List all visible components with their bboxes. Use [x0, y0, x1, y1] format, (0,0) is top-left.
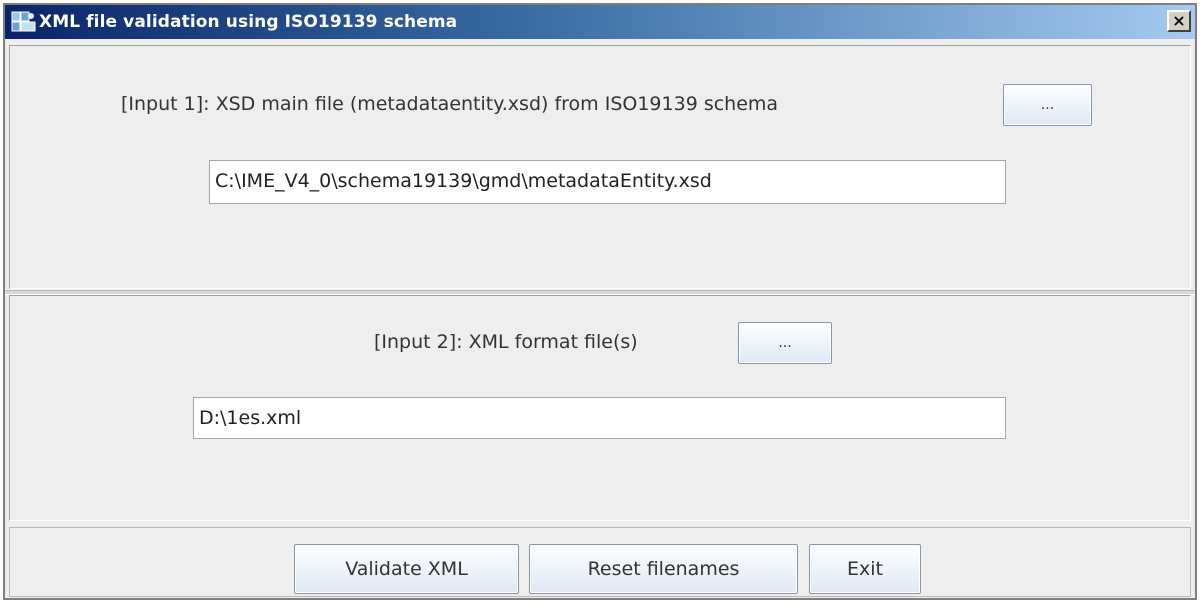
exit-button[interactable]: Exit — [809, 544, 921, 594]
xsd-path-field[interactable]: C:\IME_V4_0\schema19139\gmd\metadataEnti… — [209, 160, 1006, 204]
xsd-input-label: [Input 1]: XSD main file (metadataentity… — [121, 93, 779, 115]
window-title: XML file validation using ISO19139 schem… — [39, 12, 458, 32]
xml-input-label: [Input 2]: XML format file(s) — [374, 331, 638, 353]
action-panel: Validate XML Reset filenames Exit — [9, 527, 1191, 597]
xsd-browse-button[interactable]: ... — [1003, 84, 1092, 126]
xsd-input-panel: [Input 1]: XSD main file (metadataentity… — [9, 45, 1191, 289]
title-bar[interactable]: XML file validation using ISO19139 schem… — [5, 5, 1195, 39]
reset-filenames-button[interactable]: Reset filenames — [529, 544, 798, 594]
xml-browse-button[interactable]: ... — [738, 322, 832, 364]
xml-input-panel: [Input 2]: XML format file(s) ... D:\1es… — [9, 295, 1191, 521]
xml-path-field[interactable]: D:\1es.xml — [193, 397, 1006, 439]
close-button[interactable]: × — [1167, 10, 1191, 32]
validate-xml-button[interactable]: Validate XML — [294, 544, 519, 594]
app-icon — [11, 10, 37, 34]
validation-window: XML file validation using ISO19139 schem… — [3, 3, 1197, 600]
